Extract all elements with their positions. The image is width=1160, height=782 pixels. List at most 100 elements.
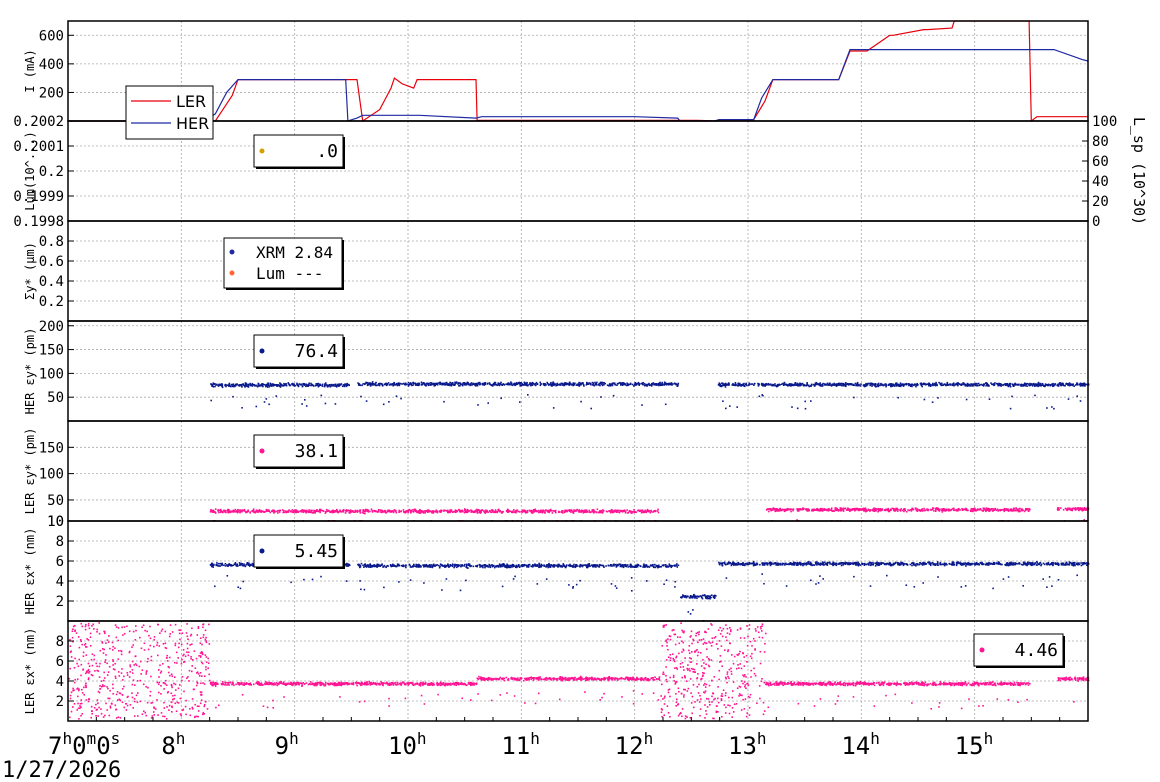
data-point (862, 384, 865, 387)
data-point (377, 563, 380, 566)
data-point (816, 508, 819, 511)
data-point (572, 586, 574, 588)
data-point (860, 383, 862, 385)
data-point (348, 384, 350, 387)
data-point (530, 383, 533, 386)
data-point (445, 382, 447, 384)
data-point (1000, 385, 1002, 387)
data-point (551, 384, 553, 386)
data-point (403, 383, 406, 386)
data-point (866, 510, 868, 512)
data-point (1009, 385, 1012, 388)
data-point (449, 564, 451, 566)
data-point (969, 384, 971, 387)
data-point (532, 565, 535, 567)
data-point (846, 508, 849, 511)
data-point (441, 383, 444, 386)
data-point (301, 385, 304, 387)
data-point (777, 384, 780, 386)
data-point (530, 565, 532, 567)
data-point (365, 400, 368, 402)
data-point (853, 396, 855, 399)
data-point (858, 508, 861, 510)
data-point (531, 511, 534, 513)
data-point (793, 384, 795, 387)
data-point (526, 511, 529, 513)
data-point (467, 510, 470, 512)
data-point (549, 510, 551, 512)
data-point (455, 564, 457, 566)
data-point (614, 384, 617, 386)
data-point (907, 509, 909, 511)
data-point (668, 383, 671, 385)
data-point (596, 508, 599, 511)
data-point (722, 400, 724, 402)
data-point (943, 383, 946, 386)
data-point (332, 509, 334, 512)
data-point (919, 382, 922, 385)
data-point (724, 384, 727, 386)
data-point (853, 384, 856, 387)
data-point (458, 385, 460, 387)
data-point (560, 382, 563, 385)
data-point (371, 566, 373, 568)
data-point (1036, 383, 1038, 386)
data-point (218, 511, 220, 514)
data-point (375, 381, 377, 384)
data-point (977, 382, 980, 385)
data-point (371, 382, 373, 384)
data-point (439, 383, 441, 386)
data-layer (68, 20, 1090, 720)
data-point (476, 508, 478, 511)
data-point (586, 566, 588, 569)
data-point (465, 563, 468, 566)
data-point (794, 382, 797, 384)
data-point (585, 564, 587, 567)
data-point (642, 383, 644, 385)
data-point (549, 508, 552, 511)
data-point (521, 565, 524, 568)
data-point (231, 510, 233, 513)
data-point (868, 382, 870, 385)
data-point (1028, 510, 1030, 512)
data-point (465, 579, 467, 582)
data-point (298, 510, 300, 513)
data-point (675, 383, 677, 386)
data-point (634, 511, 636, 513)
data-point (230, 385, 232, 388)
data-point (499, 510, 501, 513)
data-point (592, 382, 595, 385)
data-point (787, 384, 789, 386)
data-point (610, 583, 613, 585)
data-point (215, 563, 217, 566)
data-point (870, 382, 872, 385)
data-point (710, 596, 712, 599)
data-point (840, 510, 842, 512)
data-point (802, 508, 804, 510)
data-point (921, 510, 924, 512)
data-point (674, 586, 676, 588)
data-point (857, 508, 860, 511)
data-point (859, 385, 862, 387)
data-point (411, 384, 413, 387)
data-point (916, 510, 918, 512)
data-point (230, 564, 233, 567)
data-point (393, 382, 395, 384)
data-point (633, 385, 635, 387)
data-point (864, 509, 867, 512)
data-point (671, 565, 673, 567)
data-point (515, 510, 517, 513)
data-point (826, 382, 829, 385)
data-point (300, 383, 303, 386)
data-point (443, 383, 446, 385)
data-point (345, 580, 348, 582)
data-point (511, 511, 514, 514)
data-point (457, 565, 459, 568)
data-point (568, 584, 570, 586)
data-point (598, 565, 600, 568)
data-point (441, 589, 443, 591)
data-point (282, 511, 284, 514)
data-point (217, 509, 220, 512)
data-point (427, 510, 430, 513)
data-point (588, 511, 591, 513)
